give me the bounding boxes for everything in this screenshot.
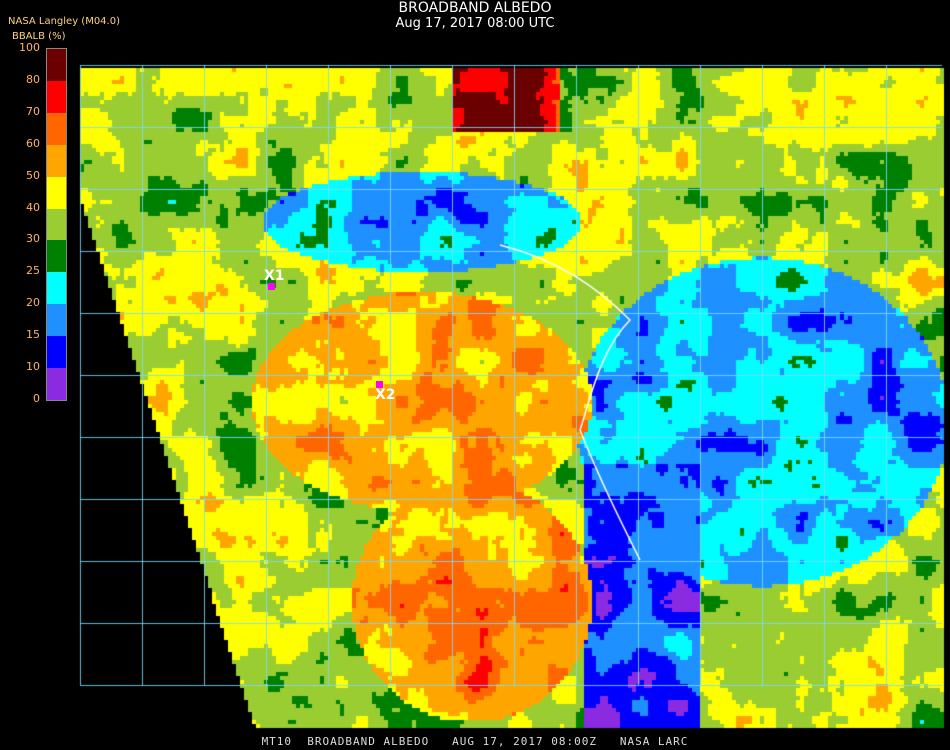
colorbar-tick-label: 25 (26, 264, 40, 278)
albedo-map (0, 0, 950, 750)
colorbar-swatch (47, 208, 66, 241)
colorbar-tick-label: 80 (26, 72, 40, 86)
colorbar-tick-label: 60 (26, 136, 40, 150)
colorbar-tick-label: 100 (19, 41, 40, 54)
colorbar-swatch (47, 368, 66, 401)
marker-x1-label: X1 (264, 268, 285, 284)
footer-caption: MT10 BROADBAND ALBEDO AUG 17, 2017 08:00… (261, 735, 689, 748)
colorbar-swatch (47, 240, 66, 273)
colorbar-swatch (47, 304, 66, 337)
colorbar-swatch (47, 80, 66, 114)
marker-x2-label: X2 (375, 387, 396, 403)
colorbar-swatch (47, 144, 66, 178)
source-label: NASA Langley (M04.0) (8, 16, 120, 27)
colorbar (46, 48, 67, 401)
colorbar-tick-label: 40 (26, 200, 40, 214)
map-title: BROADBAND ALBEDO (398, 0, 552, 16)
colorbar-swatch (47, 112, 66, 146)
colorbar-tick-label: 20 (26, 296, 40, 310)
colorbar-tick-label: 50 (26, 168, 40, 182)
colorbar-tick-label: 30 (26, 232, 40, 246)
colorbar-swatch (47, 49, 66, 82)
colorbar-swatch (47, 272, 66, 305)
colorbar-swatch (47, 336, 66, 369)
marker-x1-dot (268, 283, 275, 290)
colorbar-tick-label: 15 (26, 328, 40, 342)
map-subtitle: Aug 17, 2017 08:00 UTC (395, 16, 555, 31)
colorbar-tick-label: 70 (26, 104, 40, 118)
colorbar-swatch (47, 176, 66, 210)
colorbar-tick-label: 10 (26, 360, 40, 374)
colorbar-tick-label: 0 (33, 392, 40, 405)
